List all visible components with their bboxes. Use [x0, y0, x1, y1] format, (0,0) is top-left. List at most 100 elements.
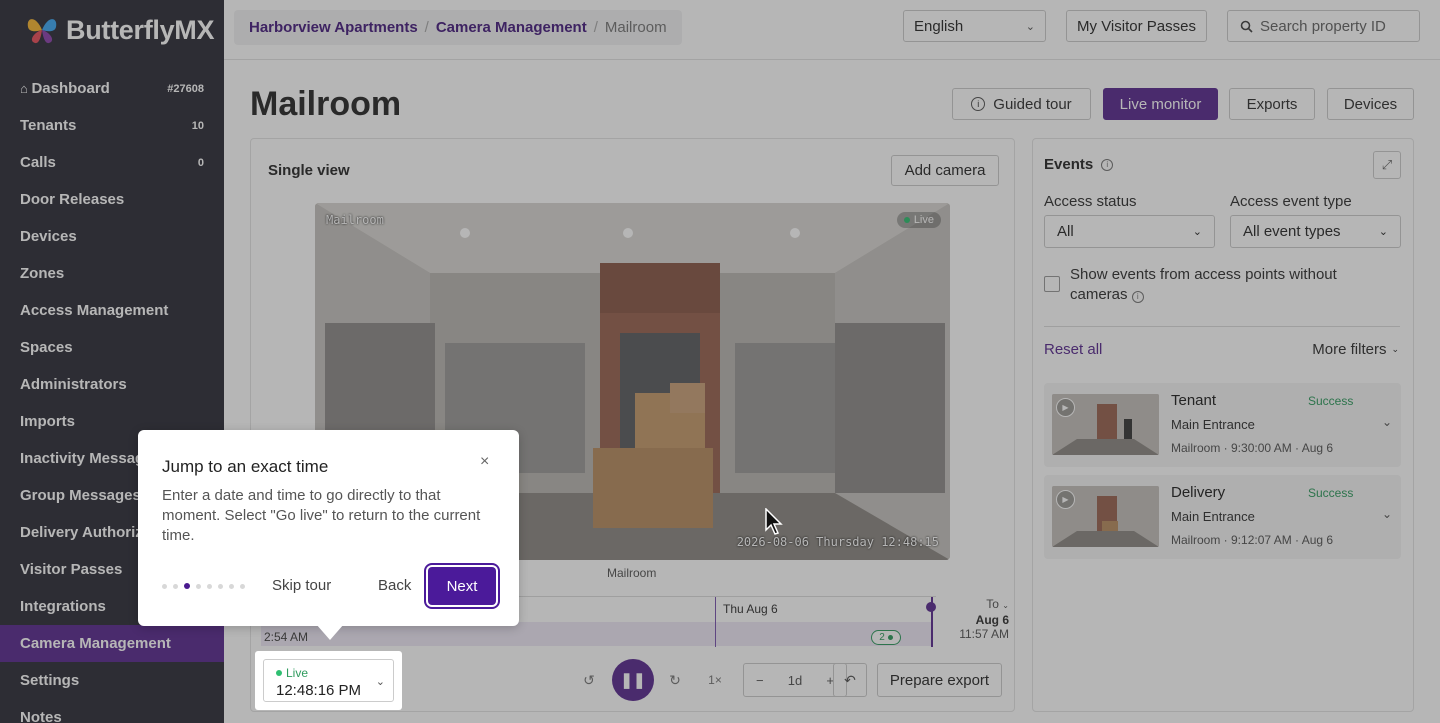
- chevron-down-icon[interactable]: ⌄: [1382, 507, 1392, 521]
- breadcrumb-separator: /: [593, 19, 598, 36]
- event-type-value: All event types: [1243, 223, 1341, 240]
- expand-icon[interactable]: ⤢: [1373, 151, 1401, 179]
- live-status-text: Live: [286, 666, 309, 680]
- sidebar-item-label: Camera Management: [20, 635, 171, 652]
- back-button[interactable]: Back: [378, 577, 411, 594]
- search-icon: [1240, 20, 1253, 33]
- sidebar-item-devices[interactable]: Devices: [0, 218, 224, 255]
- skip-tour-button[interactable]: Skip tour: [272, 577, 331, 594]
- tour-step-dot: [207, 583, 212, 589]
- sidebar-item-access-management[interactable]: Access Management: [0, 292, 224, 329]
- sidebar-item-notes[interactable]: Notes: [0, 699, 224, 723]
- chevron-down-icon: ⌄: [375, 676, 385, 688]
- tour-step-dot: [218, 583, 223, 589]
- video-live-text: Live: [913, 214, 934, 226]
- sidebar-item-label: Integrations: [20, 598, 106, 615]
- event-thumbnail[interactable]: ▶: [1052, 486, 1159, 547]
- sidebar-item-label: Settings: [20, 672, 80, 689]
- event-type: Delivery: [1171, 484, 1226, 501]
- event-type-select[interactable]: All event types ⌄: [1230, 215, 1401, 248]
- events-title: Events i: [1044, 156, 1114, 173]
- app-root: ButterflyMX ⌂ Dashboard #27608 Tenants 10 Ca…: [0, 0, 1440, 723]
- show-no-camera-events-checkbox[interactable]: [1044, 276, 1060, 292]
- sidebar-item-label: Administrators: [20, 376, 127, 393]
- info-icon: i: [971, 97, 986, 111]
- guided-tour-button[interactable]: i Guided tour: [952, 88, 1091, 120]
- event-dot-icon: [887, 635, 893, 640]
- chevron-down-icon[interactable]: ⌄: [1382, 415, 1392, 429]
- timeline-event-badge[interactable]: 2: [871, 630, 901, 645]
- breadcrumb-property[interactable]: Harborview Apartments: [249, 19, 418, 36]
- breadcrumb-camera-management[interactable]: Camera Management: [436, 19, 587, 36]
- search-input[interactable]: Search property ID: [1227, 10, 1420, 42]
- sidebar-item-door-releases[interactable]: Door Releases: [0, 181, 224, 218]
- exports-button[interactable]: Exports: [1229, 88, 1315, 120]
- chevron-down-icon: ⌄: [1378, 226, 1388, 238]
- sidebar-item-spaces[interactable]: Spaces: [0, 329, 224, 366]
- tour-popover: Jump to an exact time × Enter a date and…: [138, 430, 519, 640]
- chevron-down-icon: ⌄: [1192, 226, 1202, 238]
- sidebar-item-label: Tenants: [20, 117, 77, 134]
- zoom-out-icon[interactable]: −: [756, 673, 764, 688]
- add-camera-button[interactable]: Add camera: [891, 155, 999, 186]
- live-dot-icon: [276, 670, 282, 676]
- play-icon[interactable]: ▶: [1056, 398, 1075, 417]
- close-icon[interactable]: ×: [480, 453, 489, 471]
- devices-button[interactable]: Devices: [1327, 88, 1414, 120]
- info-icon[interactable]: i: [1131, 291, 1144, 303]
- sidebar-item-dashboard[interactable]: ⌂ Dashboard #27608: [0, 70, 224, 107]
- access-status-select[interactable]: All ⌄: [1044, 215, 1215, 248]
- breadcrumb-current: Mailroom: [604, 19, 667, 36]
- access-status-value: All: [1057, 223, 1074, 240]
- sidebar-item-label: Notes: [20, 709, 62, 723]
- more-filters-button[interactable]: More filters ⌄: [1312, 341, 1399, 358]
- sidebar-item-camera-management[interactable]: Camera Management: [0, 625, 224, 662]
- sidebar-item-label: Calls: [20, 154, 56, 171]
- event-meta: Mailroom · 9:12:07 AM · Aug 6: [1171, 533, 1334, 547]
- video-live-badge: Live: [896, 212, 941, 228]
- sidebar-item-zones[interactable]: Zones: [0, 255, 224, 292]
- pause-button[interactable]: ❚❚: [612, 659, 654, 701]
- rewind-10-icon[interactable]: ↺: [578, 669, 600, 691]
- sidebar-item-administrators[interactable]: Administrators: [0, 366, 224, 403]
- sidebar-item-label: Spaces: [20, 339, 73, 356]
- event-status: Success: [1308, 486, 1354, 500]
- event-location: Main Entrance: [1171, 417, 1255, 432]
- timeline-playhead-handle[interactable]: [926, 602, 936, 612]
- play-icon[interactable]: ▶: [1056, 490, 1075, 509]
- reset-all-link[interactable]: Reset all: [1044, 341, 1102, 358]
- logo-text: ButterflyMX: [66, 14, 215, 45]
- chevron-down-icon: ⌄: [1025, 20, 1035, 33]
- sidebar-item-label: Imports: [20, 413, 76, 430]
- sidebar-item-calls[interactable]: Calls 0: [0, 144, 224, 181]
- language-select[interactable]: English ⌄: [903, 10, 1046, 42]
- forward-10-icon[interactable]: ↻: [664, 669, 686, 691]
- event-card[interactable]: ▶ Tenant Success Main Entrance Mailroom …: [1044, 383, 1401, 467]
- timeline-to-range[interactable]: To ⌄ Aug 6 11:57 AM: [956, 597, 1009, 641]
- event-thumbnail[interactable]: ▶: [1052, 394, 1159, 455]
- playback-speed[interactable]: 1×: [704, 669, 726, 691]
- events-title-text: Events: [1044, 156, 1094, 173]
- live-monitor-button[interactable]: Live monitor: [1103, 88, 1218, 120]
- zoom-level: 1d: [787, 672, 803, 688]
- single-view-label: Single view: [268, 162, 350, 179]
- tour-step-dot: [240, 583, 245, 589]
- event-type: Tenant: [1171, 392, 1217, 409]
- info-icon[interactable]: i: [1101, 158, 1114, 171]
- prepare-export-button[interactable]: Prepare export: [877, 663, 1002, 697]
- undo-icon[interactable]: ↶: [833, 663, 867, 697]
- my-visitor-passes-button[interactable]: My Visitor Passes: [1066, 10, 1207, 42]
- timeline-to-label: To: [986, 597, 999, 611]
- pause-icon: ❚❚: [620, 672, 646, 689]
- logo[interactable]: ButterflyMX: [0, 0, 224, 60]
- live-time-select[interactable]: Live 12:48:16 PM ⌄: [263, 659, 394, 702]
- zoom-control: − 1d +: [743, 663, 847, 697]
- mouse-cursor-icon: [765, 508, 783, 535]
- tour-progress-dots: [162, 583, 245, 589]
- event-card[interactable]: ▶ Delivery Success Main Entrance Mailroo…: [1044, 475, 1401, 559]
- timeline-start-time: 2:54 AM: [264, 630, 309, 644]
- sidebar-item-tenants[interactable]: Tenants 10: [0, 107, 224, 144]
- next-button[interactable]: Next: [428, 567, 496, 605]
- sidebar-item-label-wrap: ⌂ Dashboard: [20, 80, 110, 97]
- sidebar-item-settings[interactable]: Settings: [0, 662, 224, 699]
